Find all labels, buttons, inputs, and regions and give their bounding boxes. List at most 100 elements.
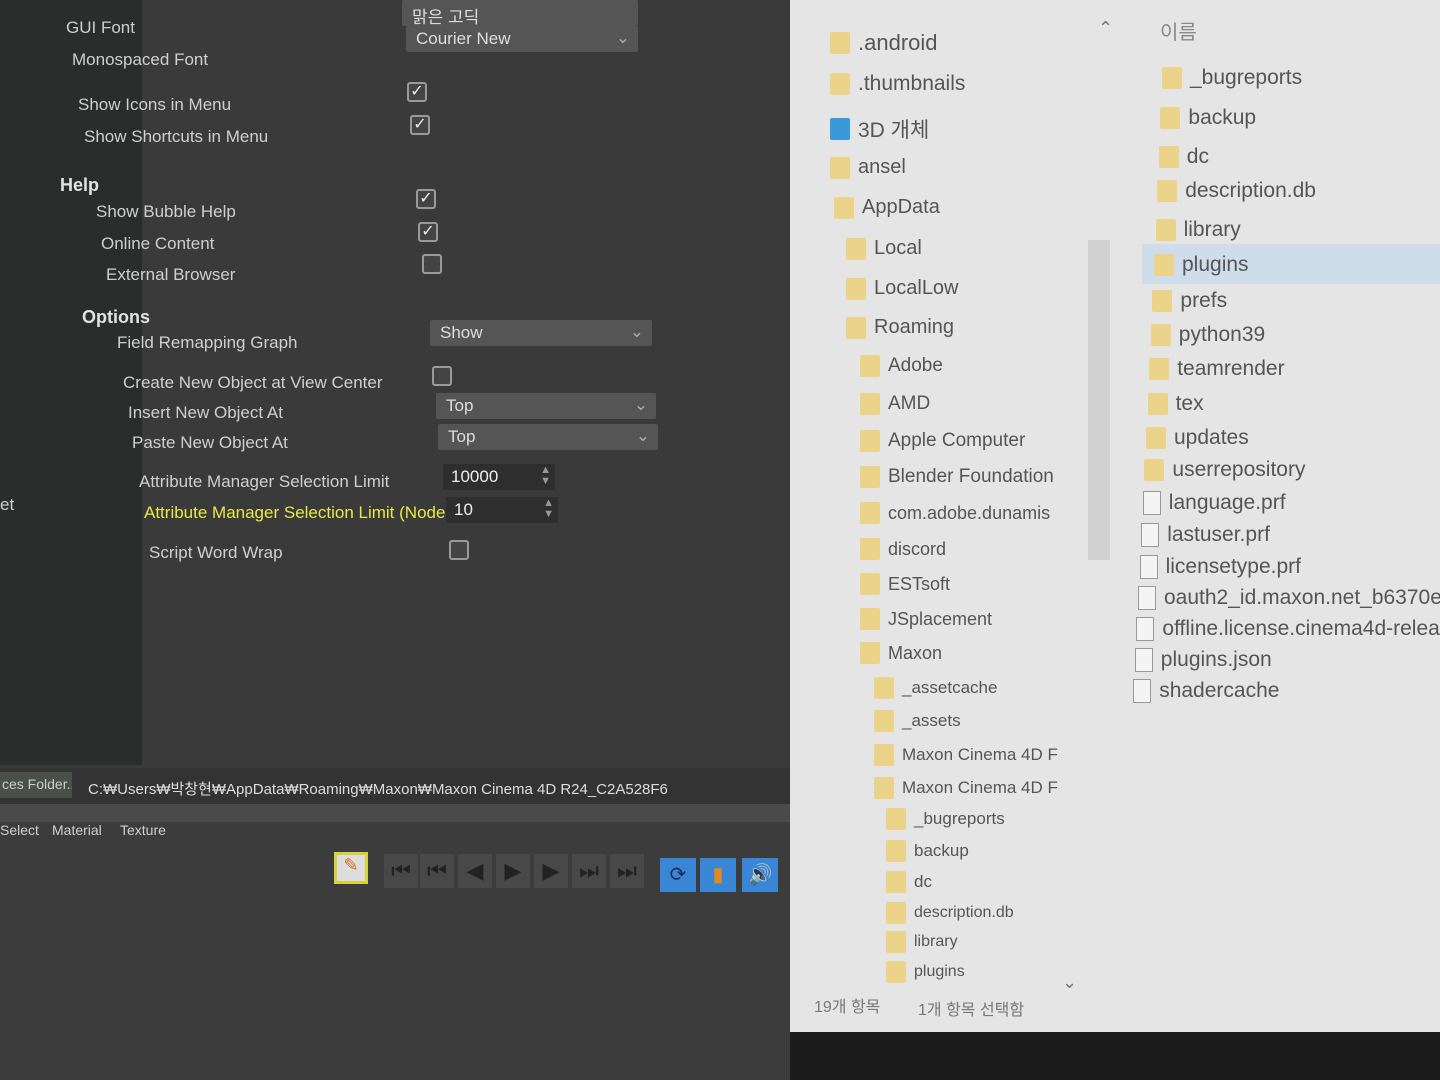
play-icon[interactable]: ▶ <box>496 854 530 888</box>
file-list-item[interactable]: licensetype.prf <box>1139 555 1301 579</box>
tree-item[interactable]: description.db <box>886 902 1014 924</box>
folder-icon <box>1157 180 1178 202</box>
folder-icon <box>886 871 906 893</box>
create-center-label: Create New Object at View Center <box>123 373 383 392</box>
file-icon <box>1133 679 1152 703</box>
menu-select[interactable]: Select <box>0 822 39 838</box>
show-shortcuts-label: Show Shortcuts in Menu <box>84 127 269 146</box>
folder-icon <box>886 808 906 830</box>
help-header: Help <box>60 175 100 195</box>
file-list-item[interactable]: _bugreports <box>1162 66 1302 90</box>
spinner-icon[interactable]: ▲ ▼ <box>543 498 554 520</box>
file-list-item[interactable]: prefs <box>1152 289 1227 313</box>
file-list-item[interactable]: oauth2_id.maxon.net_b6370eb5 <box>1138 586 1440 610</box>
item-count: 19개 항목 <box>814 999 881 1016</box>
previous-frame-icon[interactable]: ◀ <box>458 854 492 888</box>
file-list-item[interactable]: plugins <box>1154 253 1249 277</box>
keyframe-record-icon[interactable]: ✎ <box>334 852 368 884</box>
film-icon[interactable]: ▮ <box>700 858 736 892</box>
file-list-item[interactable]: backup <box>1160 106 1256 130</box>
tree-item[interactable]: AMD <box>860 393 930 415</box>
tree-item[interactable]: backup <box>886 840 969 862</box>
tree-item[interactable]: LocalLow <box>846 277 959 300</box>
tree-item[interactable]: .android <box>830 30 938 56</box>
tree-item[interactable]: JSplacement <box>860 608 992 630</box>
tree-item[interactable]: Roaming <box>846 316 954 339</box>
sound-icon[interactable]: 🔊 <box>742 858 778 892</box>
spinner-icon[interactable]: ▲ ▼ <box>540 465 551 487</box>
tree-item[interactable]: library <box>886 931 958 953</box>
tree-item[interactable]: .thumbnails <box>830 72 965 96</box>
tree-item[interactable]: Apple Computer <box>860 430 1025 452</box>
paste-at-label: Paste New Object At <box>132 433 288 452</box>
tree-item[interactable]: Blender Foundation <box>860 466 1054 488</box>
paste-at-dropdown[interactable]: Top ⌄ <box>438 424 658 450</box>
tree-item[interactable]: Local <box>846 237 922 260</box>
tree-item[interactable]: Adobe <box>860 355 943 377</box>
next-frame-icon[interactable]: ▶ <box>534 854 568 888</box>
file-list-item[interactable]: description.db <box>1157 179 1316 203</box>
file-icon <box>1138 586 1156 610</box>
file-list-item[interactable]: dc <box>1158 145 1209 169</box>
external-browser-checkbox[interactable] <box>422 254 442 274</box>
file-list-item[interactable]: language.prf <box>1142 491 1286 515</box>
tree-item[interactable]: _assets <box>874 710 961 732</box>
tree-item[interactable]: _assetcache <box>874 677 997 699</box>
file-list-item[interactable]: teamrender <box>1149 357 1285 381</box>
show-icons-checkbox[interactable]: ✓ <box>407 82 427 102</box>
tree-item[interactable]: Maxon Cinema 4D F <box>874 777 1058 799</box>
create-center-checkbox[interactable] <box>432 366 452 386</box>
field-graph-dropdown[interactable]: Show ⌄ <box>430 320 652 346</box>
file-list-item[interactable]: plugins.json <box>1134 648 1272 672</box>
gui-font-dropdown[interactable]: 맑은 고딕 <box>402 0 638 27</box>
tree-item[interactable]: dc <box>886 871 932 893</box>
go-to-start-icon[interactable]: ⏮ <box>384 854 418 888</box>
tree-item[interactable]: Maxon Cinema 4D F <box>874 744 1058 766</box>
scroll-up-icon[interactable]: ⌃ <box>1098 18 1113 39</box>
file-list-item[interactable]: userrepository <box>1144 458 1305 482</box>
online-content-checkbox[interactable]: ✓ <box>418 222 438 242</box>
name-column-header[interactable]: 이름 <box>1160 16 1197 45</box>
tree-item[interactable]: discord <box>860 538 946 560</box>
menu-material[interactable]: Material <box>52 822 102 838</box>
tree-item[interactable]: _bugreports <box>886 808 1005 830</box>
file-name: shadercache <box>1159 679 1280 702</box>
tree-item[interactable]: 3D 개체 <box>830 114 929 144</box>
folder-icon <box>860 355 880 377</box>
tree-item[interactable]: plugins <box>886 961 965 983</box>
attr-limit-nodes-input[interactable]: 10 ▲ ▼ <box>446 497 558 523</box>
attr-limit-value: 10000 <box>451 467 499 486</box>
previous-key-icon[interactable]: ⏮ <box>420 854 454 888</box>
show-shortcuts-checkbox[interactable]: ✓ <box>410 115 430 135</box>
tree-item-label: 3D 개체 <box>858 119 930 142</box>
chevron-down-icon: ⌄ <box>615 28 630 47</box>
bubble-help-checkbox[interactable]: ✓ <box>416 189 436 209</box>
mono-font-dropdown[interactable]: Courier New ⌄ <box>406 26 638 52</box>
file-list-item[interactable]: library <box>1155 218 1241 242</box>
file-list-item[interactable]: python39 <box>1150 323 1265 347</box>
file-list-item[interactable]: lastuser.prf <box>1141 523 1270 547</box>
insert-at-dropdown[interactable]: Top ⌄ <box>436 393 656 419</box>
file-list-item[interactable]: offline.license.cinema4d-release <box>1136 617 1440 641</box>
menu-texture[interactable]: Texture <box>120 822 166 838</box>
script-wrap-checkbox[interactable] <box>449 540 469 560</box>
go-to-end-icon[interactable]: ⏭ <box>610 854 644 888</box>
file-list-item[interactable]: tex <box>1147 392 1204 416</box>
open-preferences-folder-button[interactable]: ces Folder... <box>0 772 72 798</box>
tree-scrollbar[interactable] <box>1088 240 1110 560</box>
tree-item[interactable]: com.adobe.dunamis <box>860 502 1050 524</box>
tree-item[interactable]: ansel <box>830 156 906 179</box>
tree-item[interactable]: AppData <box>834 196 940 219</box>
file-list-item[interactable]: updates <box>1146 426 1249 450</box>
tree-item-label: Adobe <box>888 355 943 376</box>
tree-item-label: .thumbnails <box>858 72 966 95</box>
scroll-down-icon[interactable]: ⌄ <box>1062 972 1077 993</box>
file-list-item[interactable]: shadercache <box>1133 679 1279 703</box>
tree-item[interactable]: ESTsoft <box>860 573 950 595</box>
next-key-icon[interactable]: ⏭ <box>572 854 606 888</box>
loop-icon[interactable]: ⟳ <box>660 858 696 892</box>
file-icon <box>1139 555 1158 579</box>
attr-limit-input[interactable]: 10000 ▲ ▼ <box>443 464 555 490</box>
folder-icon <box>1152 290 1173 312</box>
tree-item[interactable]: Maxon <box>860 642 942 664</box>
